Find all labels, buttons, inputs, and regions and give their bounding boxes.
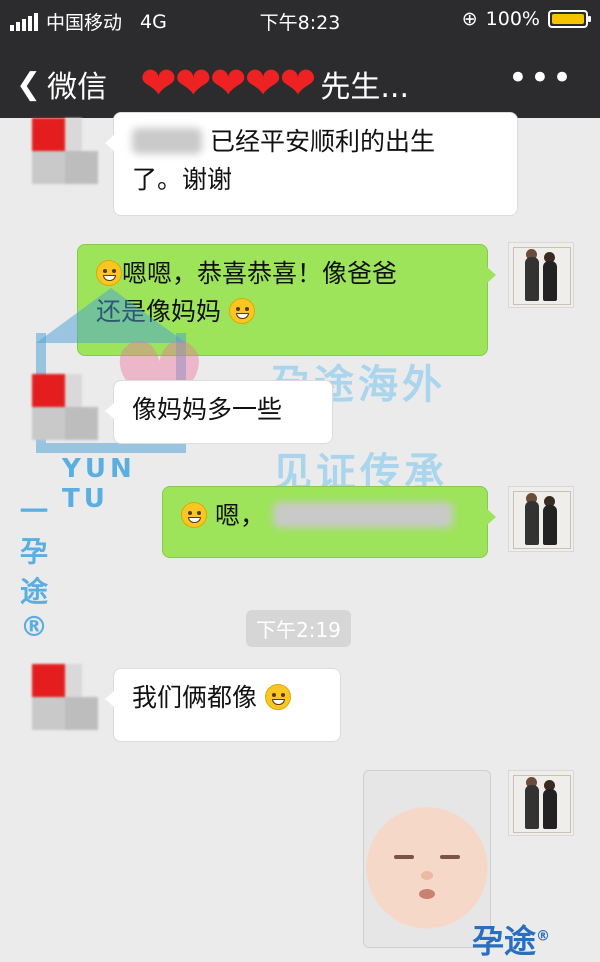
my-avatar[interactable] <box>508 486 574 552</box>
redacted-text <box>272 502 453 528</box>
message-text: 嗯， <box>214 501 265 530</box>
my-avatar[interactable] <box>508 770 574 836</box>
contact-avatar[interactable] <box>32 118 98 184</box>
grin-emoji-icon <box>264 684 291 710</box>
heart-icon: ❤ <box>174 58 212 109</box>
message-text: 了。谢谢 <box>132 165 233 194</box>
watermark-brand-cn: 一 孕途® <box>20 495 49 643</box>
smile-emoji-icon <box>96 260 122 286</box>
registered-mark: ® <box>536 928 551 945</box>
back-button[interactable]: ❮ 微信 <box>16 62 107 106</box>
corner-watermark-logo: 孕途® <box>472 916 550 962</box>
heart-icon: ❤ <box>244 58 282 109</box>
message-bubble-outgoing[interactable]: 嗯嗯，恭喜恭喜！像爸爸 还是像妈妈 <box>77 244 496 356</box>
message-timestamp: 下午2:19 <box>246 610 351 647</box>
message-bubble-incoming[interactable]: 我们俩都像 <box>105 668 341 742</box>
chevron-left-icon: ❮ <box>16 66 42 102</box>
back-label: 微信 <box>47 70 108 105</box>
corner-logo-text: 孕途 <box>472 922 537 960</box>
heart-icon: ❤ <box>279 58 317 109</box>
message-bubble-incoming[interactable]: 已经平安顺利的出生 了。谢谢 <box>105 112 518 216</box>
header-bar: 中国移动 4G 下午8:23 ⊕ 100% ❮ 微信 ❤ ❤ ❤ ❤ ❤ 先生.… <box>0 0 600 118</box>
thinking-emoji-icon <box>228 298 255 324</box>
redacted-text <box>132 128 202 154</box>
grin-emoji-icon <box>181 502 207 528</box>
message-bubble-incoming[interactable]: 像妈妈多一些 <box>105 380 333 444</box>
message-text: 还是像妈妈 <box>96 297 222 326</box>
chat-title: ❤ ❤ ❤ ❤ ❤ 先生... <box>140 62 409 106</box>
chat-area[interactable]: 已经平安顺利的出生 了。谢谢 嗯嗯，恭喜恭喜！像爸爸 还是像妈妈 ♥ YUN T… <box>0 112 600 962</box>
message-bubble-outgoing[interactable]: 嗯， <box>162 486 496 558</box>
more-button[interactable]: ••• <box>508 58 574 98</box>
rotation-lock-icon: ⊕ <box>461 8 478 30</box>
clock: 下午8:23 <box>259 12 341 34</box>
battery-percent: 100% <box>485 8 540 30</box>
heart-icon: ❤ <box>209 58 247 109</box>
battery-icon <box>548 10 591 28</box>
contact-name: 先生... <box>320 70 409 105</box>
watermark-brand-en: YUN TU <box>62 454 136 514</box>
message-text: 我们俩都像 <box>132 683 258 712</box>
my-avatar[interactable] <box>508 242 574 308</box>
message-text: 已经平安顺利的出生 <box>209 127 435 156</box>
message-text: 像妈妈多一些 <box>132 395 283 424</box>
contact-avatar[interactable] <box>32 664 98 730</box>
heart-icon: ❤ <box>140 58 177 109</box>
status-bar: 中国移动 4G 下午8:23 ⊕ 100% <box>0 0 600 36</box>
contact-avatar[interactable] <box>32 374 98 440</box>
message-text: 嗯嗯，恭喜恭喜！像爸爸 <box>122 259 398 288</box>
nav-bar: ❮ 微信 ❤ ❤ ❤ ❤ ❤ 先生... ••• <box>0 50 600 110</box>
